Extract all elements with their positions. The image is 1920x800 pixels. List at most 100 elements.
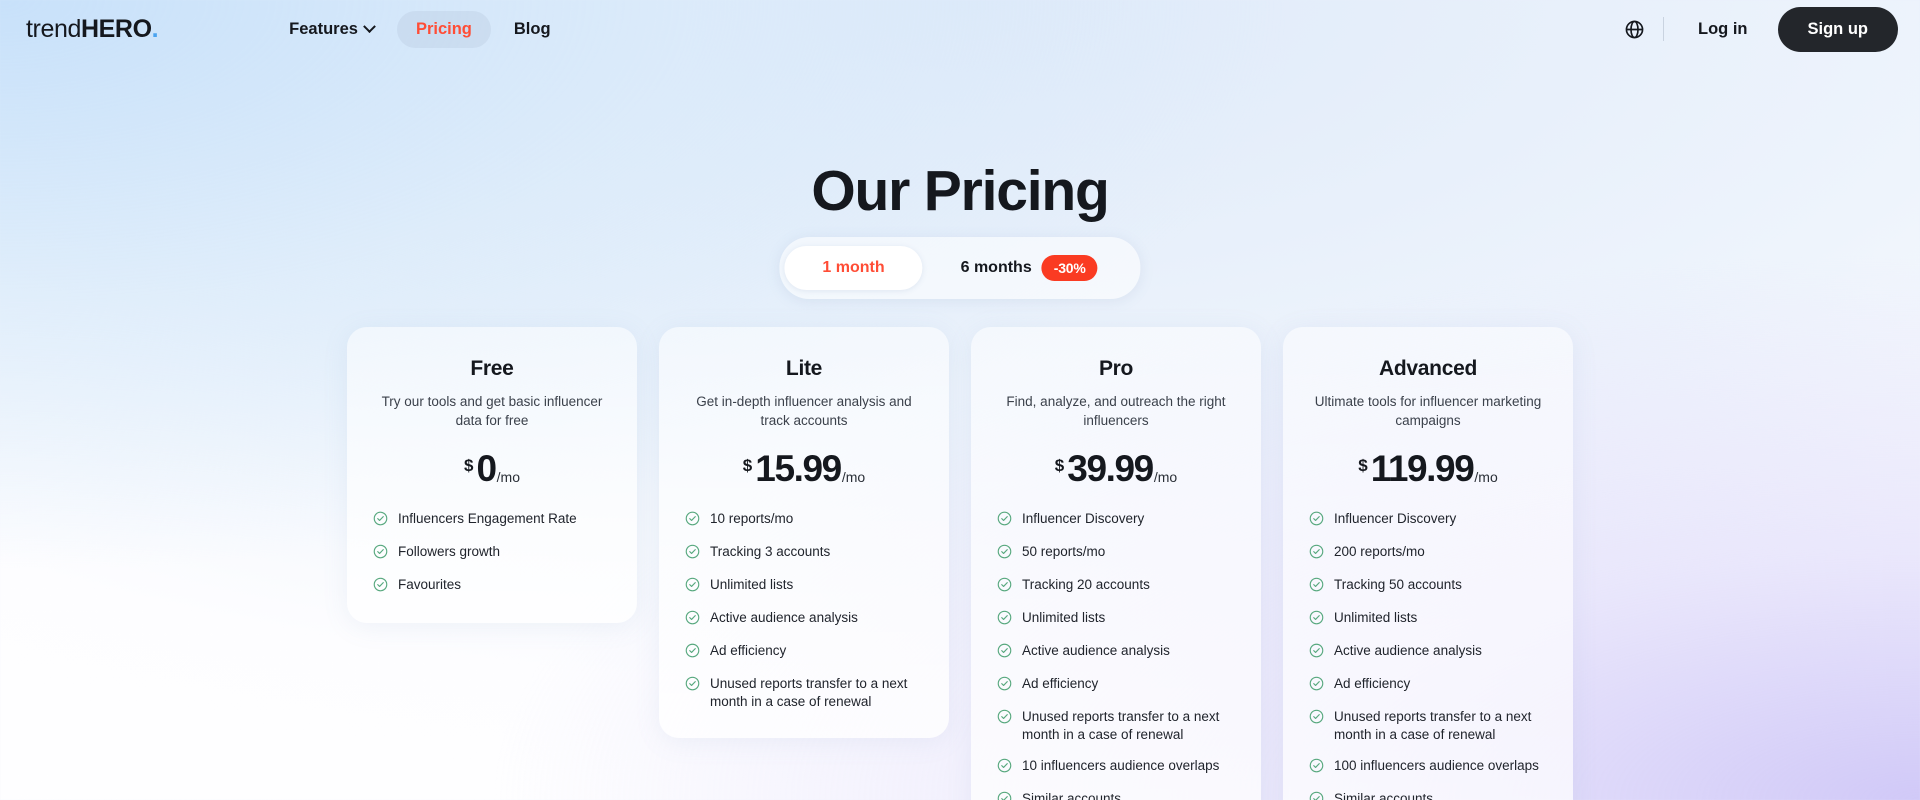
check-circle-icon (997, 758, 1012, 778)
price-value: 119.99 (1370, 447, 1475, 489)
price-value: 0 (476, 447, 497, 489)
plan-feature-item: Unlimited lists (1309, 609, 1547, 630)
plan-card-pro[interactable]: Pro Find, analyze, and outreach the right… (971, 327, 1261, 800)
nav-item-label: Pricing (415, 19, 472, 38)
price-period: /mo (841, 469, 866, 486)
plan-feature-label: 200 reports/mo (1334, 544, 1425, 560)
plan-feature-item: Ad efficiency (1309, 675, 1547, 696)
check-circle-icon (1309, 511, 1324, 531)
plan-price: $39.99/mo (997, 450, 1235, 487)
plan-feature-item: Influencers Engagement Rate (373, 510, 611, 531)
plan-card-advanced[interactable]: Advanced Ultimate tools for influencer ma… (1283, 327, 1573, 800)
plan-feature-item: Active audience analysis (685, 609, 923, 630)
plan-feature-item: 50 reports/mo (997, 543, 1235, 564)
plan-name: Lite (785, 357, 823, 380)
pricing-plans: Free Try our tools and get basic influenc… (347, 327, 1573, 800)
plan-feature-item: Active audience analysis (997, 642, 1235, 663)
check-circle-icon (685, 544, 700, 564)
plan-feature-label: Unused reports transfer to a next month … (1334, 709, 1532, 743)
plan-feature-list: Influencer Discovery 200 reports/mo Tracki… (1309, 510, 1547, 800)
check-circle-icon (997, 511, 1012, 531)
logo[interactable]: trend HERO. (26, 14, 159, 44)
plan-feature-item: Similar accounts (997, 790, 1235, 800)
plan-card-free[interactable]: Free Try our tools and get basic influenc… (347, 327, 637, 624)
signup-button[interactable]: Sign up (1777, 6, 1898, 52)
nav-item-pricing[interactable]: Pricing (396, 10, 491, 48)
plan-card-lite[interactable]: Lite Get in-depth influencer analysis and… (659, 327, 949, 738)
price-currency: $ (464, 455, 474, 475)
plan-feature-label: 10 reports/mo (710, 511, 794, 527)
check-circle-icon (997, 610, 1012, 630)
check-circle-icon (1309, 643, 1324, 663)
plan-feature-label: Unlimited lists (1022, 610, 1106, 626)
logo-dot: . (151, 14, 159, 43)
plan-feature-label: Unlimited lists (1334, 610, 1418, 626)
globe-icon[interactable] (1617, 12, 1651, 46)
site-header: trend HERO. Features Pricing Blog Log in … (0, 0, 1920, 58)
nav-item-label: Blog (513, 19, 551, 38)
plan-feature-label: Unlimited lists (710, 577, 794, 593)
discount-badge: -30% (1041, 255, 1098, 281)
login-link[interactable]: Log in (1686, 12, 1759, 47)
billing-option-label: 1 month (822, 259, 885, 276)
check-circle-icon (997, 676, 1012, 696)
check-circle-icon (1309, 758, 1324, 778)
check-circle-icon (997, 577, 1012, 597)
price-period: /mo (496, 469, 520, 486)
header-divider (1663, 17, 1665, 41)
price-currency: $ (1358, 455, 1368, 475)
plan-feature-label: Active audience analysis (1022, 643, 1170, 659)
check-circle-icon (685, 643, 700, 663)
nav-item-label: Features (289, 19, 358, 38)
price-period: /mo (1474, 469, 1498, 486)
nav-item-features[interactable]: Features (270, 11, 393, 48)
plan-feature-label: 10 influencers audience overlaps (1022, 757, 1220, 773)
plan-name: Pro (1098, 357, 1134, 380)
billing-option-6-months[interactable]: 6 months -30% (923, 242, 1136, 294)
chevron-down-icon (363, 19, 376, 33)
check-circle-icon (685, 577, 700, 597)
plan-feature-label: Followers growth (398, 544, 501, 560)
plan-feature-item: Unused reports transfer to a next month … (997, 708, 1235, 745)
check-circle-icon (685, 511, 700, 531)
check-circle-icon (373, 511, 388, 531)
plan-feature-item: Favourites (373, 576, 611, 597)
check-circle-icon (1309, 544, 1324, 564)
plan-price: $15.99/mo (685, 450, 923, 487)
check-circle-icon (373, 544, 388, 564)
plan-feature-item: Unlimited lists (685, 576, 923, 597)
plan-feature-item: Active audience analysis (1309, 642, 1547, 663)
plan-feature-label: Influencer Discovery (1022, 511, 1145, 527)
plan-name: Advanced (1379, 357, 1477, 380)
plan-feature-list: Influencers Engagement Rate Followers gro… (373, 510, 611, 597)
check-circle-icon (997, 791, 1012, 800)
plan-feature-item: 100 influencers audience overlaps (1309, 757, 1547, 778)
main-navigation: Features Pricing Blog (270, 10, 570, 48)
plan-feature-label: Influencer Discovery (1334, 511, 1457, 527)
plan-feature-item: Ad efficiency (685, 642, 923, 663)
nav-item-blog[interactable]: Blog (495, 11, 570, 48)
plan-feature-item: Influencer Discovery (997, 510, 1235, 531)
check-circle-icon (1309, 610, 1324, 630)
plan-feature-item: 10 reports/mo (685, 510, 923, 531)
plan-feature-label: Similar accounts (1022, 790, 1122, 800)
plan-feature-label: Tracking 50 accounts (1334, 577, 1462, 593)
plan-feature-item: 10 influencers audience overlaps (997, 757, 1235, 778)
plan-feature-item: Similar accounts (1309, 790, 1547, 800)
check-circle-icon (997, 709, 1012, 729)
check-circle-icon (997, 643, 1012, 663)
plan-feature-label: Ad efficiency (1022, 676, 1099, 692)
price-period: /mo (1153, 469, 1178, 486)
price-currency: $ (742, 455, 753, 475)
price-currency: $ (1054, 455, 1065, 475)
check-circle-icon (1309, 791, 1324, 800)
billing-option-label: 6 months (960, 259, 1032, 276)
plan-feature-label: Ad efficiency (710, 643, 787, 659)
plan-feature-item: Influencer Discovery (1309, 510, 1547, 531)
check-circle-icon (1309, 709, 1324, 729)
billing-period-toggle: 1 month 6 months -30% (779, 237, 1141, 299)
plan-feature-label: Active audience analysis (710, 610, 858, 626)
plan-feature-item: Unlimited lists (997, 609, 1235, 630)
billing-option-1-month[interactable]: 1 month (784, 246, 923, 290)
plan-feature-label: Tracking 20 accounts (1022, 577, 1150, 593)
